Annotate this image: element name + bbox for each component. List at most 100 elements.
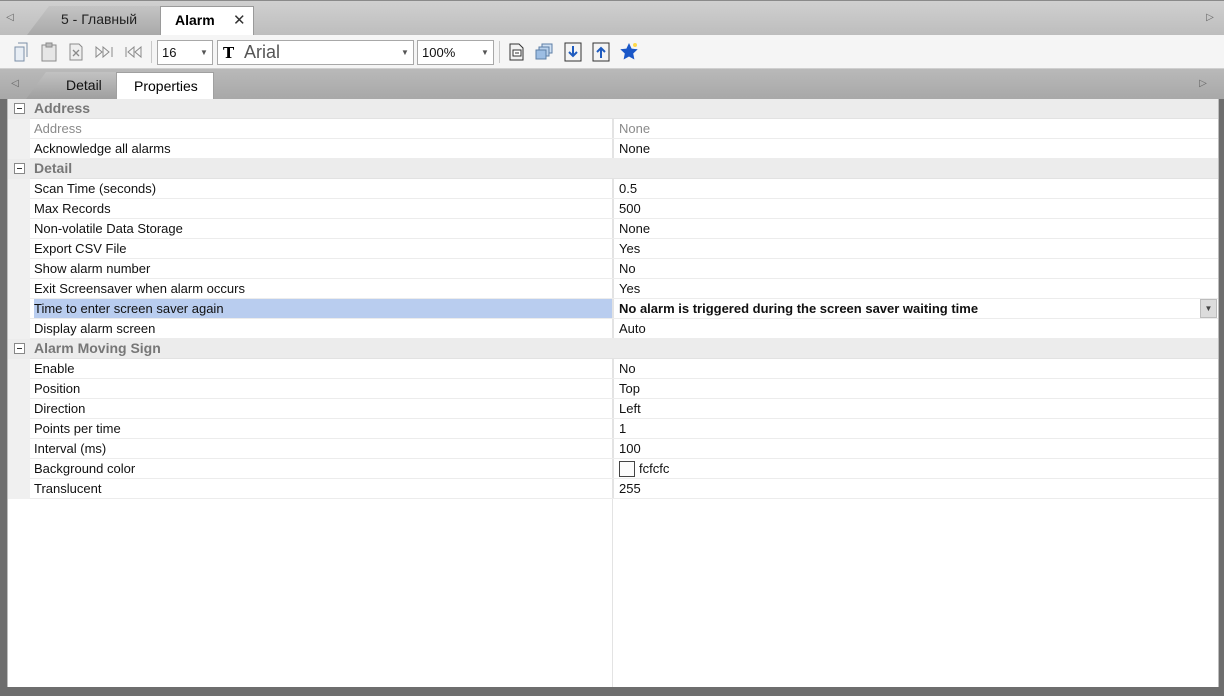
row-gutter [8, 199, 30, 219]
category-address[interactable]: Address [8, 99, 1218, 119]
property-row[interactable]: Acknowledge all alarms None [8, 139, 1218, 159]
tab-properties[interactable]: Properties [116, 72, 214, 100]
chevron-down-icon[interactable]: ▼ [1200, 299, 1217, 318]
property-row[interactable]: Points per time 1 [8, 419, 1218, 439]
row-gutter [8, 479, 30, 499]
color-swatch[interactable] [619, 460, 635, 477]
next-page-icon[interactable] [95, 41, 115, 63]
chevron-down-icon: ▼ [200, 48, 208, 57]
delete-icon[interactable] [66, 41, 86, 63]
layers-icon[interactable] [535, 41, 555, 63]
property-row[interactable]: Position Top [8, 379, 1218, 399]
row-gutter [8, 219, 30, 239]
property-value[interactable]: Auto [613, 319, 1218, 338]
property-value[interactable]: 255 [613, 479, 1218, 498]
property-row[interactable]: Enable No [8, 359, 1218, 379]
window-bottom-border [0, 687, 1224, 696]
property-value[interactable]: Left [613, 399, 1218, 418]
row-gutter [8, 319, 30, 339]
chevron-down-icon: ▼ [481, 48, 489, 57]
collapse-icon[interactable] [14, 343, 25, 354]
property-value[interactable]: 100 [613, 439, 1218, 458]
tab-alarm[interactable]: Alarm ✕ [160, 6, 254, 36]
category-label: Detail [34, 160, 73, 176]
property-value[interactable]: 500 [613, 199, 1218, 218]
category-label: Address [34, 100, 91, 116]
font-name-select[interactable]: T Arial ▼ [217, 40, 414, 65]
tab-scroll-right-icon[interactable]: ▷ [1204, 8, 1216, 28]
prev-page-icon[interactable] [123, 41, 143, 63]
property-name: Display alarm screen [34, 321, 156, 336]
property-row[interactable]: Background color fcfcfc [8, 459, 1218, 479]
property-name: Address [34, 121, 82, 136]
property-name: Enable [34, 361, 75, 376]
category-detail[interactable]: Detail [8, 159, 1218, 179]
property-value[interactable]: Top [613, 379, 1218, 398]
property-name: Exit Screensaver when alarm occurs [34, 281, 245, 296]
property-value[interactable]: None [613, 219, 1218, 238]
property-name: Export CSV File [34, 241, 127, 256]
upload-icon[interactable] [591, 41, 611, 63]
tab-scroll-left-icon[interactable]: ◁ [4, 8, 16, 28]
property-row[interactable]: Interval (ms) 100 [8, 439, 1218, 459]
property-row[interactable]: Translucent 255 [8, 479, 1218, 499]
font-icon: T [223, 44, 235, 62]
property-value[interactable]: No [613, 259, 1218, 278]
property-row[interactable]: Address None [8, 119, 1218, 139]
property-value-color[interactable]: fcfcfc [613, 459, 1218, 478]
property-row[interactable]: Display alarm screen Auto [8, 319, 1218, 339]
property-row-selected[interactable]: Time to enter screen saver again No alar… [8, 299, 1218, 319]
toolbar: 16 ▼ T Arial ▼ 100% ▼ [0, 35, 1224, 69]
property-row[interactable]: Exit Screensaver when alarm occurs Yes [8, 279, 1218, 299]
row-gutter [8, 419, 30, 439]
tab-main-screen[interactable]: 5 - Главный [27, 6, 162, 35]
zoom-value: 100% [422, 45, 456, 60]
property-name: Acknowledge all alarms [34, 141, 171, 156]
panel-scroll-right-icon[interactable]: ▷ [1197, 74, 1209, 94]
paste-icon[interactable] [39, 41, 59, 63]
property-value: fcfcfc [639, 461, 670, 476]
property-value-dropdown[interactable]: No alarm is triggered during the screen … [613, 299, 1218, 318]
star-icon[interactable] [619, 41, 639, 63]
property-value[interactable]: Yes [613, 279, 1218, 298]
new-page-icon[interactable] [11, 41, 31, 63]
toolbar-separator [151, 41, 152, 63]
property-row[interactable]: Show alarm number No [8, 259, 1218, 279]
property-row[interactable]: Direction Left [8, 399, 1218, 419]
row-gutter [8, 299, 30, 319]
row-gutter [8, 139, 30, 159]
property-name: Time to enter screen saver again [34, 299, 612, 318]
property-name: Interval (ms) [34, 441, 107, 456]
zoom-select[interactable]: 100% ▼ [417, 40, 494, 65]
property-grid: Address Address None Acknowledge all ala… [7, 99, 1219, 687]
property-value[interactable]: 1 [613, 419, 1218, 438]
tab-properties-label: Properties [134, 78, 198, 94]
property-row[interactable]: Scan Time (seconds) 0.5 [8, 179, 1218, 199]
row-gutter [8, 339, 30, 359]
property-value[interactable]: None [613, 139, 1218, 158]
download-icon[interactable] [563, 41, 583, 63]
category-alarm-moving-sign[interactable]: Alarm Moving Sign [8, 339, 1218, 359]
property-value[interactable]: Yes [613, 239, 1218, 258]
property-name: Scan Time (seconds) [34, 181, 157, 196]
property-row[interactable]: Export CSV File Yes [8, 239, 1218, 259]
export-icon[interactable] [507, 41, 527, 63]
property-value[interactable]: 0.5 [613, 179, 1218, 198]
row-gutter [8, 239, 30, 259]
panel-scroll-left-icon[interactable]: ◁ [9, 74, 21, 94]
row-gutter [8, 379, 30, 399]
tab-detail[interactable]: Detail [26, 72, 120, 99]
collapse-icon[interactable] [14, 163, 25, 174]
property-value[interactable]: No [613, 359, 1218, 378]
toolbar-separator [499, 41, 500, 63]
collapse-icon[interactable] [14, 103, 25, 114]
font-size-select[interactable]: 16 ▼ [157, 40, 213, 65]
row-gutter [8, 399, 30, 419]
close-icon[interactable]: ✕ [233, 7, 246, 34]
panel-tab-bar: ◁ Detail Properties ▷ [0, 69, 1224, 100]
tab-alarm-label: Alarm [175, 12, 215, 28]
property-value: No alarm is triggered during the screen … [619, 301, 979, 316]
property-row[interactable]: Non-volatile Data Storage None [8, 219, 1218, 239]
property-row[interactable]: Max Records 500 [8, 199, 1218, 219]
property-name: Points per time [34, 421, 121, 436]
